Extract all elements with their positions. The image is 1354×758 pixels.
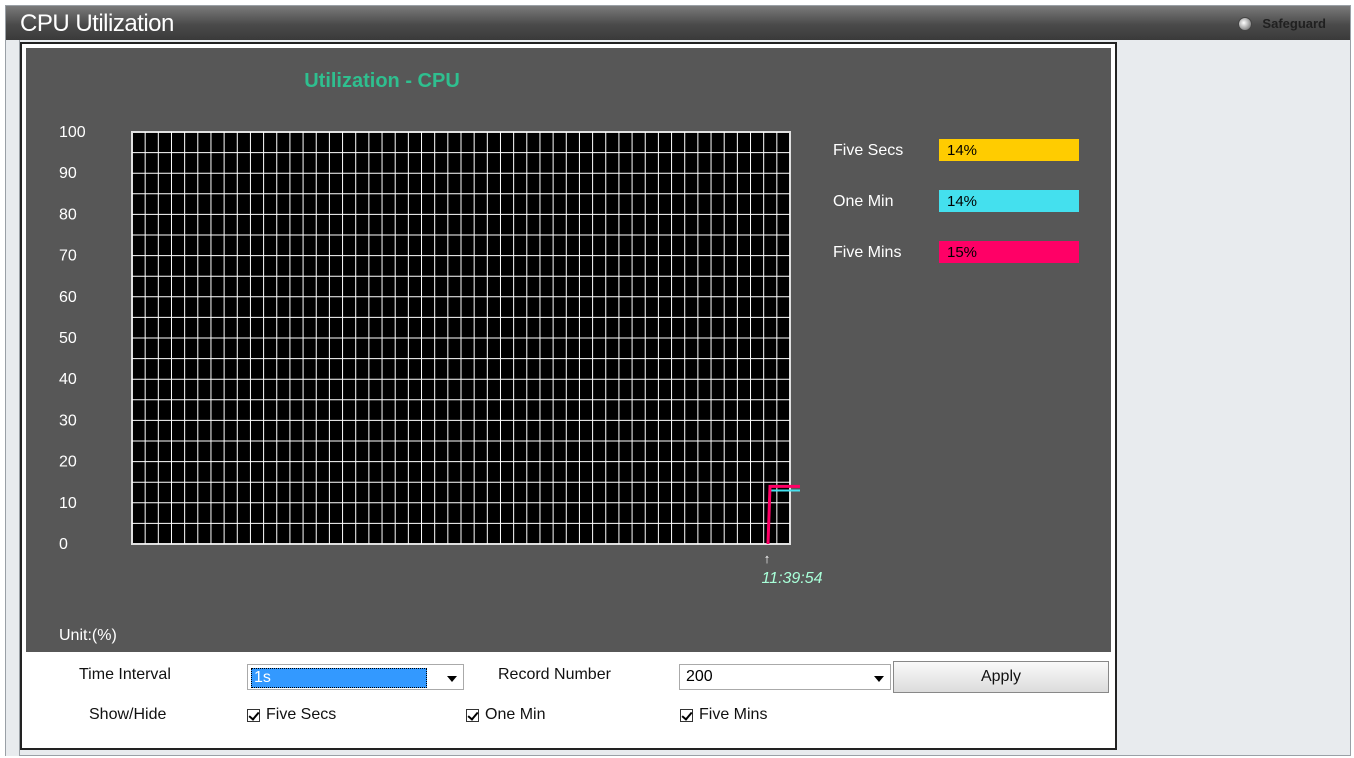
- y-tick-label: 30: [59, 412, 77, 429]
- chevron-down-icon: [874, 676, 884, 682]
- time-marker-arrow: ↑: [764, 551, 771, 566]
- y-tick-label: 70: [59, 248, 77, 265]
- safeguard-indicator[interactable]: Safeguard: [1238, 16, 1326, 31]
- y-tick-label: 20: [59, 454, 77, 471]
- checkbox-five-mins-label: Five Mins: [699, 706, 768, 723]
- record-number-value: 200: [686, 668, 713, 685]
- checkbox-checked-icon: [680, 708, 693, 722]
- y-tick-label: 100: [59, 124, 86, 141]
- y-tick-label: 60: [59, 289, 77, 306]
- legend-label-five-secs: Five Secs: [833, 142, 903, 159]
- legend-value-five-secs: 14%: [947, 142, 977, 159]
- y-axis-unit-label: Unit:(%): [59, 627, 117, 644]
- y-tick-label: 0: [59, 536, 68, 553]
- apply-button[interactable]: Apply: [893, 661, 1109, 693]
- controls-area: Time Interval 1s Record Number 200 Apply…: [26, 654, 1111, 746]
- legend-label-five-mins: Five Mins: [833, 244, 901, 261]
- y-tick-label: 10: [59, 495, 77, 512]
- graph-area: Utilization - CPU 100 90 80 70 60 50 40 30 20 10 0…: [26, 48, 1111, 652]
- y-tick-label: 90: [59, 165, 77, 182]
- page-title: CPU Utilization: [20, 10, 174, 37]
- time-interval-select[interactable]: 1s: [247, 664, 464, 690]
- checkbox-checked-icon: [247, 708, 260, 722]
- checkbox-five-secs[interactable]: Five Secs: [247, 706, 336, 724]
- cpu-panel: Utilization - CPU 100 90 80 70 60 50 40 30 20 10 0…: [20, 42, 1117, 750]
- checkbox-one-min-label: One Min: [485, 706, 546, 723]
- time-marker-label: 11:39:54: [761, 570, 822, 587]
- legend-value-one-min: 14%: [947, 193, 977, 210]
- record-number-select[interactable]: 200: [679, 664, 891, 690]
- legend-label-one-min: One Min: [833, 193, 893, 210]
- time-interval-label: Time Interval: [79, 666, 171, 683]
- y-tick-label: 80: [59, 206, 77, 223]
- checkbox-five-secs-label: Five Secs: [266, 706, 337, 723]
- safeguard-status-icon: [1238, 16, 1253, 31]
- time-interval-value: 1s: [251, 668, 427, 688]
- y-tick-label: 50: [59, 330, 77, 347]
- chevron-down-icon: [447, 676, 457, 682]
- show-hide-label: Show/Hide: [89, 706, 167, 723]
- record-number-label: Record Number: [498, 666, 611, 683]
- checkbox-one-min[interactable]: One Min: [466, 706, 545, 724]
- legend-value-five-mins: 15%: [947, 244, 977, 261]
- checkbox-five-mins[interactable]: Five Mins: [680, 706, 767, 724]
- checkbox-checked-icon: [466, 708, 479, 722]
- cpu-chart: Utilization - CPU 1009080706050403020100…: [59, 70, 1079, 644]
- title-bar: CPU Utilization Safeguard: [6, 6, 1350, 40]
- chart-title: Utilization - CPU: [304, 70, 460, 92]
- safeguard-label: Safeguard: [1262, 16, 1326, 31]
- y-tick-label: 40: [59, 371, 77, 388]
- left-border: [6, 40, 20, 756]
